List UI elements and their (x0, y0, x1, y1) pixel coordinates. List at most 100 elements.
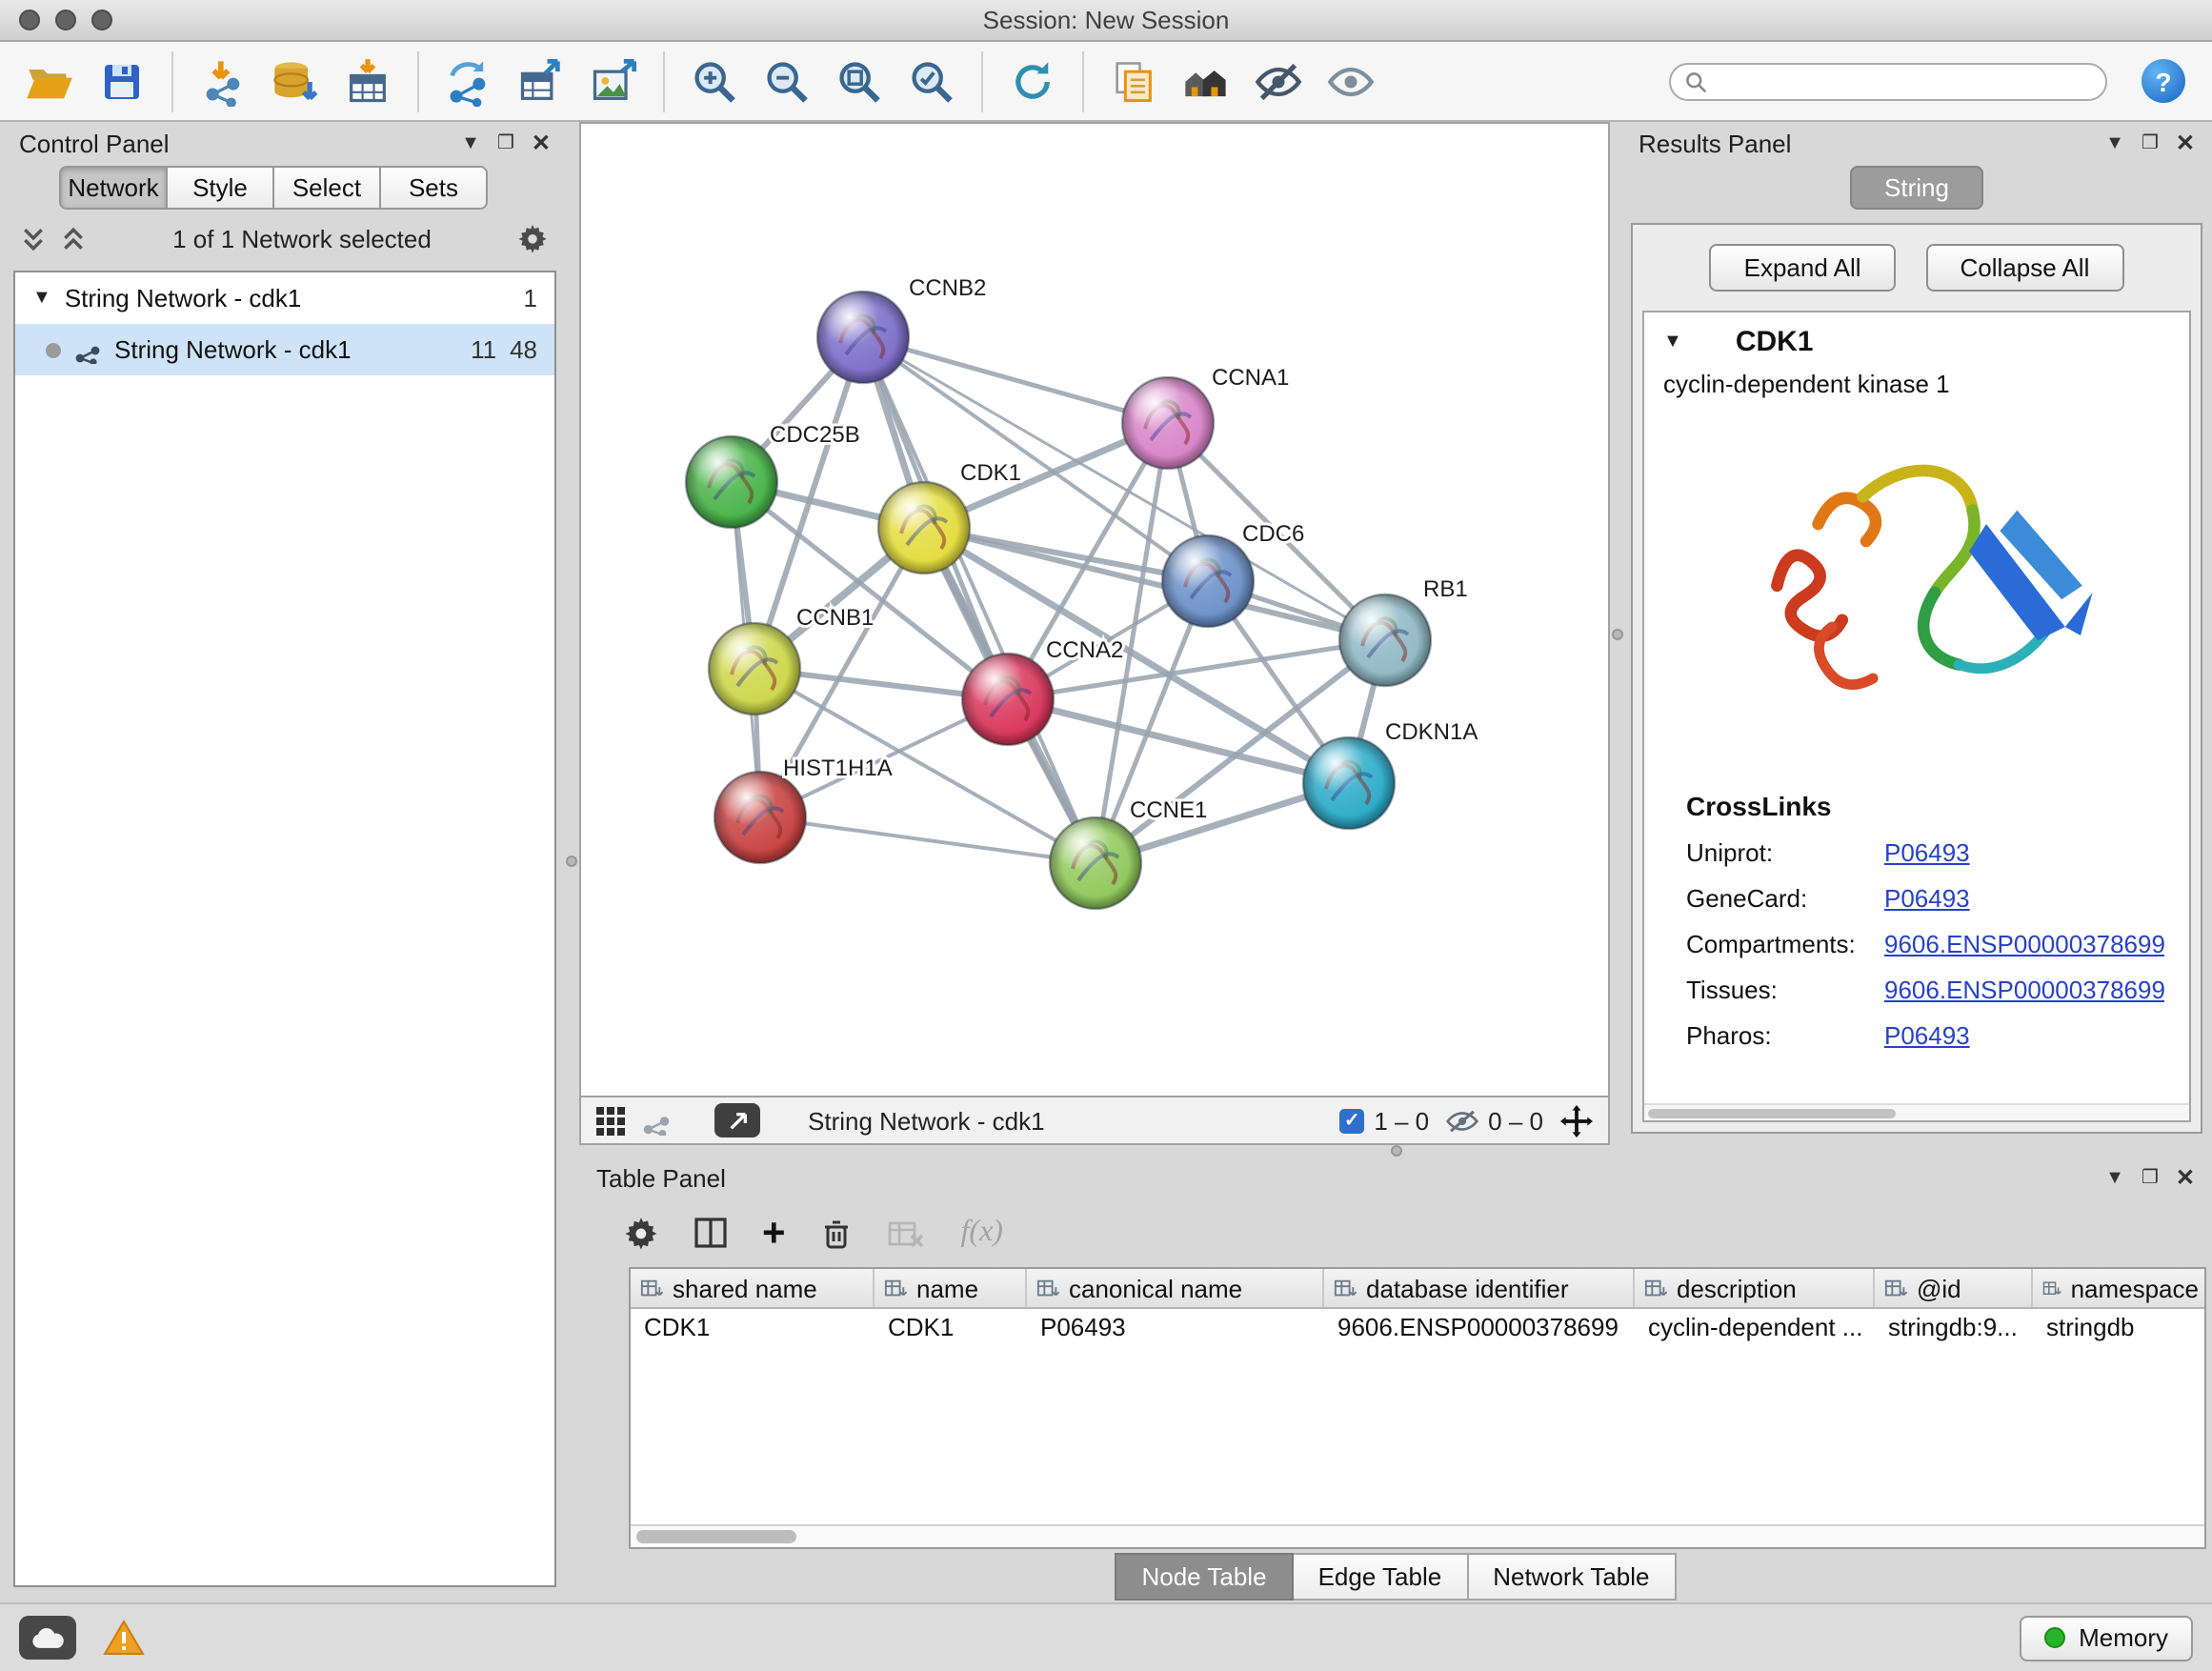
tab-string[interactable]: String (1850, 166, 1983, 210)
delete-column-trash-icon[interactable] (820, 1216, 855, 1250)
results-horizontal-scrollbar[interactable] (1644, 1103, 2189, 1120)
cloud-button[interactable] (19, 1616, 76, 1660)
hidden-eye-icon[interactable] (1446, 1108, 1478, 1133)
column-header-shared-name[interactable]: shared name (631, 1269, 875, 1307)
grid-view-icon[interactable] (596, 1106, 625, 1135)
open-recent-icon[interactable] (1103, 50, 1164, 111)
cell-canonical-name[interactable]: P06493 (1027, 1309, 1324, 1351)
tab-node-table[interactable]: Node Table (1115, 1552, 1293, 1600)
expand-all-icon[interactable] (61, 226, 86, 251)
column-header-name[interactable]: name (875, 1269, 1027, 1307)
import-network-database-icon[interactable] (265, 50, 326, 111)
tab-network[interactable]: Network (59, 166, 168, 210)
crosslink-tissues-link[interactable]: 9606.ENSP00000378699 (1884, 976, 2165, 1004)
network-collection-row[interactable]: ▼ String Network - cdk1 1 (15, 272, 554, 324)
cell-shared-name[interactable]: CDK1 (631, 1309, 875, 1351)
crosslink-genecard-link[interactable]: P06493 (1884, 884, 1970, 913)
collapse-all-button[interactable]: Collapse All (1926, 244, 2124, 292)
refresh-view-icon[interactable] (1002, 50, 1063, 111)
home-icon[interactable] (1176, 50, 1237, 111)
network-node-ccnb2[interactable] (817, 292, 909, 383)
help-button[interactable]: ? (2142, 59, 2185, 103)
close-panel-icon[interactable]: ✕ (2176, 130, 2195, 156)
network-node-cdk1[interactable] (878, 482, 970, 574)
network-node-ccnb1[interactable] (709, 623, 800, 715)
detach-view-button[interactable] (714, 1103, 760, 1137)
crosslink-compartments-link[interactable]: 9606.ENSP00000378699 (1884, 930, 2165, 958)
save-session-icon[interactable] (91, 50, 152, 111)
network-edge-ccne1-hist1h1a[interactable] (760, 817, 1096, 863)
network-node-rb1[interactable] (1339, 594, 1431, 686)
maximize-panel-icon[interactable]: ❐ (2142, 132, 2159, 153)
collapse-all-icon[interactable] (21, 226, 46, 251)
network-canvas[interactable]: CCNB2CCNA1CDC25BCDK1CDC6RB1CCNB1CCNA2CDK… (579, 122, 1610, 1097)
open-session-icon[interactable] (19, 50, 80, 111)
network-edge-ccnb2-ccne1[interactable] (863, 337, 1096, 863)
network-canvas-svg[interactable]: CCNB2CCNA1CDC25BCDK1CDC6RB1CCNB1CCNA2CDK… (581, 124, 1608, 1096)
import-network-file-icon[interactable] (192, 50, 253, 111)
table-settings-gear-icon[interactable] (625, 1216, 659, 1250)
float-panel-icon[interactable]: ▼ (2105, 132, 2124, 153)
hidden-counts-group: 0 – 0 (1446, 1106, 1543, 1135)
network-node-ccna2[interactable] (962, 654, 1054, 745)
gear-icon[interactable] (518, 223, 549, 253)
close-panel-icon[interactable]: ✕ (532, 130, 551, 156)
network-edge-ccnb2-ccna1[interactable] (863, 337, 1168, 423)
float-panel-icon[interactable]: ▼ (2105, 1167, 2124, 1188)
tab-select[interactable]: Select (274, 166, 381, 210)
column-header-description[interactable]: description (1635, 1269, 1875, 1307)
tab-sets[interactable]: Sets (381, 166, 488, 210)
cell-database-identifier[interactable]: 9606.ENSP00000378699 (1324, 1309, 1635, 1351)
splitter-handle[interactable] (566, 856, 577, 867)
hide-selected-icon[interactable] (1248, 50, 1309, 111)
tree-expander-icon[interactable]: ▼ (32, 288, 51, 309)
pan-crosshair-icon[interactable] (1560, 1104, 1593, 1137)
warning-icon[interactable] (103, 1620, 145, 1656)
export-image-icon[interactable] (583, 50, 644, 111)
network-node-ccna1[interactable] (1122, 377, 1214, 469)
cell-name[interactable]: CDK1 (875, 1309, 1027, 1351)
show-all-icon[interactable] (1320, 50, 1381, 111)
network-node-cdc6[interactable] (1162, 535, 1254, 627)
column-header-database-identifier[interactable]: database identifier (1324, 1269, 1635, 1307)
show-columns-icon[interactable] (694, 1216, 728, 1250)
maximize-panel-icon[interactable]: ❐ (2142, 1167, 2159, 1188)
zoom-in-icon[interactable] (684, 50, 745, 111)
zoom-fit-icon[interactable] (829, 50, 890, 111)
expand-all-button[interactable]: Expand All (1710, 244, 1896, 292)
tab-style[interactable]: Style (168, 166, 274, 210)
section-expander-icon[interactable]: ▼ (1663, 331, 1682, 352)
import-table-file-icon[interactable] (337, 50, 398, 111)
cell-id[interactable]: stringdb:9... (1875, 1309, 2033, 1351)
crosslink-pharos-link[interactable]: P06493 (1884, 1021, 1970, 1050)
network-node-hist1h1a[interactable] (714, 772, 806, 863)
zoom-out-icon[interactable] (756, 50, 817, 111)
maximize-panel-icon[interactable]: ❐ (497, 132, 514, 153)
zoom-selected-icon[interactable] (901, 50, 962, 111)
tab-network-table[interactable]: Network Table (1468, 1552, 1676, 1600)
close-panel-icon[interactable]: ✕ (2176, 1164, 2195, 1191)
table-row[interactable]: CDK1 CDK1 P06493 9606.ENSP00000378699 cy… (631, 1309, 2204, 1351)
column-header-canonical-name[interactable]: canonical name (1027, 1269, 1324, 1307)
column-header-namespace[interactable]: namespace (2033, 1269, 2206, 1307)
network-label: String Network - cdk1 (114, 335, 457, 364)
splitter-handle[interactable] (1391, 1145, 1402, 1157)
tab-edge-table[interactable]: Edge Table (1294, 1552, 1469, 1600)
cell-description[interactable]: cyclin-dependent ... (1635, 1309, 1875, 1351)
crosslink-uniprot-link[interactable]: P06493 (1884, 838, 1970, 867)
table-horizontal-scrollbar[interactable] (631, 1524, 2204, 1547)
new-network-icon[interactable] (438, 50, 499, 111)
network-view-icon[interactable] (642, 1106, 671, 1135)
network-row-selected[interactable]: String Network - cdk1 11 48 (15, 324, 554, 375)
memory-button[interactable]: Memory (2020, 1615, 2193, 1661)
search-input[interactable] (1717, 68, 2092, 94)
column-header-id[interactable]: @id (1875, 1269, 2033, 1307)
selected-checkbox-icon[interactable]: ✓ (1339, 1108, 1364, 1133)
network-node-ccne1[interactable] (1050, 817, 1141, 909)
network-node-cdc25b[interactable] (686, 436, 777, 528)
network-node-cdkn1a[interactable] (1303, 737, 1395, 829)
float-panel-icon[interactable]: ▼ (461, 132, 480, 153)
cell-namespace[interactable]: stringdb (2033, 1309, 2206, 1351)
export-table-icon[interactable] (511, 50, 572, 111)
create-column-icon[interactable]: + (762, 1213, 786, 1253)
